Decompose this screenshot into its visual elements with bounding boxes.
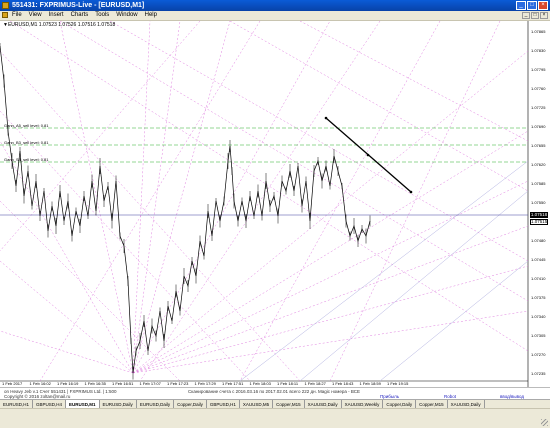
price-axis-label: 1.07270: [531, 352, 546, 357]
app-icon: [2, 2, 9, 9]
title-bar: 551431: FXPRIMUS-Live - [EURUSD,M1] _ □ …: [0, 0, 550, 11]
maximize-button[interactable]: □: [527, 1, 537, 10]
window-title: 551431: FXPRIMUS-Live - [EURUSD,M1]: [12, 2, 145, 9]
time-axis-label: 1 Feb 17:51: [222, 381, 244, 386]
time-axis-label: 1 Feb 18:03: [250, 381, 272, 386]
menu-view[interactable]: View: [29, 12, 42, 19]
menu-window[interactable]: Window: [116, 12, 137, 19]
price-axis-label: 1.07235: [531, 371, 546, 376]
status-bar: [0, 408, 550, 428]
time-axis-label: 1 Feb 16:02: [30, 381, 52, 386]
bid-price-tag: 1.07515: [530, 219, 548, 225]
time-axis-label: 1 Feb 16:51: [112, 381, 134, 386]
price-axis-label: 1.07305: [531, 333, 546, 338]
time-axis-label: 1 Feb 18:11: [277, 381, 299, 386]
close-button[interactable]: ×: [538, 1, 548, 10]
price-axis-label: 1.07865: [531, 29, 546, 34]
menu-file[interactable]: File: [12, 12, 22, 19]
price-axis-label: 1.07585: [531, 181, 546, 186]
time-axis-label: 1 Feb 16:19: [57, 381, 79, 386]
price-axis-label: 1.07655: [531, 143, 546, 148]
gann-label-1: Gann_A5_sell level: 0.81: [4, 123, 49, 128]
resize-grip-icon[interactable]: [541, 419, 548, 426]
magic-text: Magic номера - ВСЕ: [318, 389, 360, 394]
trend-line-anchor-mid[interactable]: [366, 153, 370, 157]
current-price-tag: 1.07518: [530, 212, 548, 218]
menu-tools[interactable]: Tools: [95, 12, 109, 19]
chart-window-icon[interactable]: [2, 12, 8, 18]
menu-insert[interactable]: Insert: [49, 12, 64, 19]
time-axis-label: 1 Feb 18:43: [332, 381, 354, 386]
price-chart[interactable]: Gann_A5_sell level: 0.81 Gann_B3_sell le…: [0, 21, 550, 387]
scan-period-text: Сканирование счета с 2016.03.16 по 2017.…: [188, 389, 317, 394]
time-axis-label: 1 Feb 17:07: [140, 381, 162, 386]
menu-charts[interactable]: Charts: [71, 12, 89, 19]
minimize-button[interactable]: _: [516, 1, 526, 10]
time-axis-label: 1 Feb 17:29: [195, 381, 217, 386]
price-axis-label: 1.07830: [531, 48, 546, 53]
chart-minimize-button[interactable]: _: [522, 12, 530, 19]
chart-canvas[interactable]: Gann_A5_sell level: 0.81 Gann_B3_sell le…: [0, 21, 550, 387]
time-axis-label: 1 Feb 16:35: [85, 381, 107, 386]
price-axis-label: 1.07690: [531, 124, 546, 129]
price-axis-label: 1.07480: [531, 238, 546, 243]
price-axis-label: 1.07410: [531, 276, 546, 281]
menu-bar: File View Insert Charts Tools Window Hel…: [0, 11, 550, 21]
gann-label-2: Gann_B3_sell level: 0.81: [4, 140, 49, 145]
time-axis-label: 1 Feb 18:27: [305, 381, 327, 386]
chart-restore-button[interactable]: □: [531, 12, 539, 19]
price-axis-label: 1.07445: [531, 257, 546, 262]
price-axis-label: 1.07725: [531, 105, 546, 110]
price-axis-label: 1.07340: [531, 314, 546, 319]
time-axis-label: 1 Feb 2017: [2, 381, 23, 386]
trend-line-anchor-start[interactable]: [324, 116, 328, 120]
price-axis-label: 1.07795: [531, 67, 546, 72]
time-axis-label: 1 Feb 17:23: [167, 381, 189, 386]
time-axis-label: 1 Feb 18:59: [360, 381, 382, 386]
trend-line-anchor-end[interactable]: [409, 190, 413, 194]
price-axis[interactable]: 1.07865 1.07830 1.07795 1.07760 1.07725 1.076…: [531, 29, 546, 376]
time-axis[interactable]: 1 Feb 2017 1 Feb 16:02 1 Feb 16:19 1 Feb 16…: [2, 381, 409, 386]
price-axis-label: 1.07620: [531, 162, 546, 167]
menu-help[interactable]: Help: [145, 12, 157, 19]
chart-close-button[interactable]: ×: [540, 12, 548, 19]
price-axis-label: 1.07375: [531, 295, 546, 300]
time-axis-label: 1 Feb 19:15: [387, 381, 409, 386]
price-axis-label: 1.07760: [531, 86, 546, 91]
gann-label-3: Gann_S4_sell level: 0.81: [4, 157, 49, 162]
symbol-label: ▼EURUSD,M1 1.07523 1.07526 1.07516 1.075…: [3, 22, 116, 28]
price-axis-label: 1.07550: [531, 200, 546, 205]
